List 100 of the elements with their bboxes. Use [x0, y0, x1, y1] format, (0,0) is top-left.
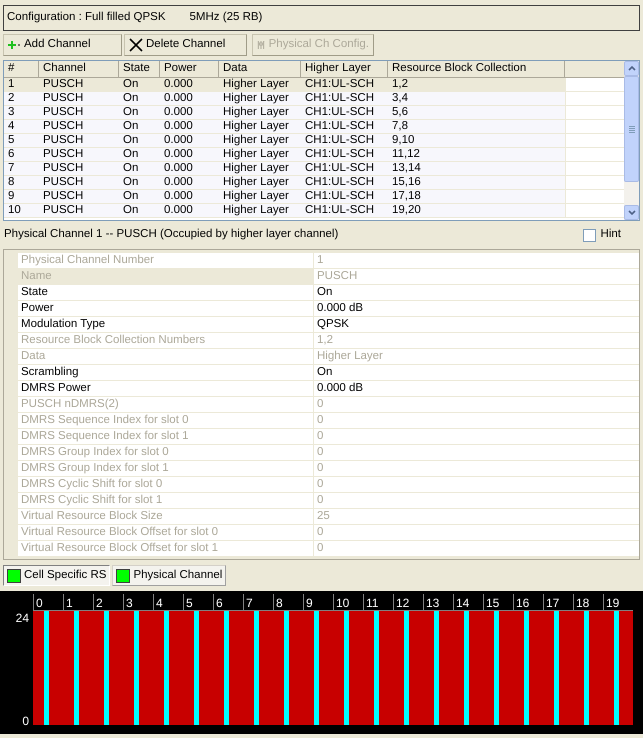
table-cell-text: Higher Layer [222, 120, 290, 133]
table-cell-text: On [122, 190, 140, 203]
table-cell-text: Higher Layer [222, 92, 290, 105]
slot-label: 18 [576, 596, 590, 610]
close-icon [129, 38, 143, 52]
configuration-label: Configuration : Full filled QPSK [7, 10, 166, 26]
table-cell-text: CH1:UL-SCH [304, 92, 376, 105]
table-cell-text: PUSCH [42, 120, 84, 133]
table-cell-text: On [122, 78, 140, 91]
legend-item[interactable]: Physical Channel [112, 565, 226, 586]
table-row[interactable]: 1 PUSCH On 0.000 Higher Layer CH1:UL-SCH 1,2 [4, 78, 624, 92]
property-value: PUSCH [316, 269, 358, 284]
table-row[interactable]: 3 PUSCH On 0.000 Higher Layer CH1:UL-SCH 5,6 [4, 106, 624, 120]
column-header[interactable]: Power [160, 61, 219, 77]
slot-label: 16 [516, 596, 530, 610]
property-value[interactable]: 0.000 dB [314, 381, 639, 396]
slot-label: 15 [486, 596, 500, 610]
table-cell-text: PUSCH [42, 176, 84, 189]
rb-label: 0 [22, 714, 29, 728]
table-row[interactable]: 9 PUSCH On 0.000 Higher Layer CH1:UL-SCH 17,18 [4, 190, 624, 204]
table-cell-text: 11,12 [391, 148, 421, 161]
slot-label: 19 [606, 596, 620, 610]
table-cell-text: CH1:UL-SCH [304, 78, 376, 91]
table-cell-text: On [122, 120, 140, 133]
table-cell-text: On [122, 92, 140, 105]
table-cell-text: On [122, 148, 140, 161]
table-cell-text: 0.000 [163, 78, 194, 91]
property-name[interactable]: Scrambling [18, 365, 314, 380]
column-header[interactable]: State [119, 61, 160, 77]
table-cell-text: CH1:UL-SCH [304, 204, 376, 217]
hint-checkbox[interactable]: Hint [582, 226, 621, 244]
delete-channel-button[interactable]: Delete Channel [124, 34, 247, 56]
table-row[interactable]: 7 PUSCH On 0.000 Higher Layer CH1:UL-SCH 13,14 [4, 162, 624, 176]
table-cell-text: 1 [7, 78, 16, 91]
table-cell-text: 0.000 [163, 148, 194, 161]
table-cell-text: Higher Layer [222, 190, 290, 203]
table-cell-text: PUSCH [42, 134, 84, 147]
property-name[interactable]: Power [18, 301, 314, 316]
column-header[interactable]: Data [219, 61, 301, 77]
table-cell-text: On [122, 134, 140, 147]
property-value: 0 [316, 413, 324, 428]
table-cell-text: 17,18 [391, 190, 422, 203]
property-value: 25 [316, 509, 331, 524]
table-cell-text: 15,16 [391, 176, 422, 189]
grip-icon [628, 126, 634, 132]
scrollbar-thumb[interactable] [624, 76, 639, 182]
property-value[interactable]: On [314, 285, 639, 300]
table-row[interactable]: 8 PUSCH On 0.000 Higher Layer CH1:UL-SCH 15,16 [4, 176, 624, 190]
slot-label: 13 [426, 596, 440, 610]
property-name[interactable]: Modulation Type [18, 317, 314, 332]
table-cell-text: 2 [7, 92, 16, 105]
property-value[interactable]: On [314, 365, 639, 380]
property-value: 0 [316, 445, 324, 460]
slot-label: 9 [306, 596, 313, 610]
table-cell-text: 0.000 [163, 134, 194, 147]
table-cell-text: PUSCH [42, 162, 84, 175]
table-row[interactable]: 10 PUSCH On 0.000 Higher Layer CH1:UL-SCH 19,20 [4, 204, 624, 218]
column-header[interactable]: Higher Layer [301, 61, 388, 77]
table-cell-text: 6 [7, 148, 16, 161]
column-header[interactable]: Channel [39, 61, 119, 77]
table-cell-text: 0.000 [163, 176, 194, 189]
table-cell-text: PUSCH [42, 190, 84, 203]
slot-label: 8 [276, 596, 283, 610]
scroll-up-button[interactable] [624, 61, 639, 76]
table-cell-text: CH1:UL-SCH [304, 190, 376, 203]
table-cell-text: 3,4 [391, 92, 409, 105]
property-value[interactable]: 0.000 dB [314, 301, 639, 316]
table-row[interactable]: 5 PUSCH On 0.000 Higher Layer CH1:UL-SCH 9,10 [4, 134, 624, 148]
table-cell-text: 0.000 [163, 92, 194, 105]
table-cell-text: 7 [7, 162, 16, 175]
table-cell-text: CH1:UL-SCH [304, 148, 376, 161]
table-cell-text: 1,2 [391, 78, 409, 91]
add-channel-button[interactable]: Add Channel [3, 34, 122, 56]
property-value: Higher Layer [316, 349, 384, 364]
table-cell-text: 5 [7, 134, 16, 147]
slot-label: 3 [126, 596, 133, 610]
scroll-down-button[interactable] [624, 205, 639, 220]
column-header[interactable]: Resource Block Collection [388, 61, 565, 77]
table-cell-text: 19,20 [391, 204, 422, 217]
table-cell-text: CH1:UL-SCH [304, 120, 376, 133]
table-cell-text: Higher Layer [222, 204, 290, 217]
property-name[interactable]: DMRS Power [18, 381, 314, 396]
slot-label: 0 [36, 596, 43, 610]
table-cell-text: 13,14 [391, 162, 422, 175]
table-cell-text: Higher Layer [222, 134, 290, 147]
table-row[interactable]: 6 PUSCH On 0.000 Higher Layer CH1:UL-SCH 11,12 [4, 148, 624, 162]
property-value: 0 [316, 429, 324, 444]
property-value[interactable]: QPSK [314, 317, 639, 332]
plus-icon [8, 40, 21, 50]
legend-item[interactable]: Cell Specific RS [3, 565, 110, 586]
table-cell-text: PUSCH [42, 148, 84, 161]
slot-label: 14 [456, 596, 470, 610]
table-cell-text: 0.000 [163, 190, 194, 203]
table-row[interactable]: 4 PUSCH On 0.000 Higher Layer CH1:UL-SCH 7,8 [4, 120, 624, 134]
table-cell-text: 0.000 [163, 120, 194, 133]
table-row[interactable]: 2 PUSCH On 0.000 Higher Layer CH1:UL-SCH 3,4 [4, 92, 624, 106]
property-name[interactable]: State [18, 285, 314, 300]
table-cell-text: On [122, 176, 140, 189]
table-cell-text: CH1:UL-SCH [304, 162, 376, 175]
column-header[interactable]: # [4, 61, 39, 77]
